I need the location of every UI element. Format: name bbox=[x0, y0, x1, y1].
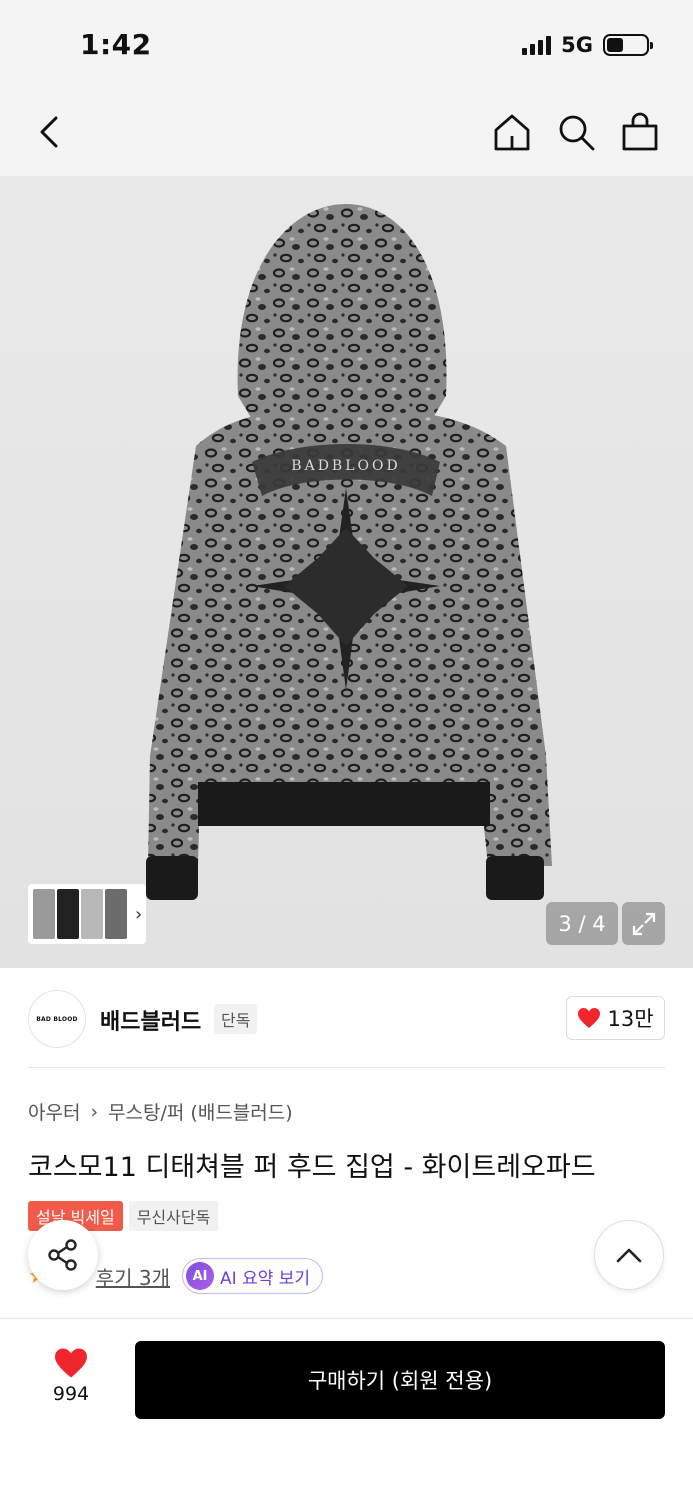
search-icon bbox=[559, 115, 595, 151]
status-time: 1:42 bbox=[80, 28, 152, 61]
chevron-right-icon[interactable]: › bbox=[135, 904, 142, 925]
home-button[interactable] bbox=[488, 108, 536, 156]
product-title: 코스모11 디태쳐블 퍼 후드 집업 - 화이트레오파드 bbox=[28, 1152, 596, 1183]
chevron-left-icon bbox=[40, 116, 58, 148]
ai-summary-label: AI 요약 보기 bbox=[220, 1268, 311, 1289]
breadcrumb: 아우터 › 무스탕/퍼 (배드블러드) bbox=[28, 1098, 293, 1125]
heart-icon bbox=[578, 1008, 601, 1028]
product-photo: BADBLOOD bbox=[146, 204, 552, 900]
heart-icon bbox=[55, 1348, 87, 1378]
buy-button[interactable]: 구매하기 (회원 전용) bbox=[135, 1341, 665, 1419]
product-image-gallery[interactable]: BADBLOOD bbox=[0, 176, 693, 968]
status-bar: 1:42 5G bbox=[0, 0, 693, 92]
back-button[interactable] bbox=[26, 108, 74, 156]
brand-exclusive-tag: 단독 bbox=[214, 1004, 258, 1034]
expand-button[interactable] bbox=[622, 902, 665, 945]
brand-logo[interactable]: BAD BLOOD bbox=[28, 990, 86, 1048]
wishlist-count: 994 bbox=[52, 1383, 90, 1405]
exclusive-badge: 무신사단독 bbox=[128, 1201, 219, 1231]
embroidery-text: BADBLOOD bbox=[291, 458, 400, 474]
breadcrumb-category[interactable]: 아우터 bbox=[28, 1098, 80, 1125]
top-nav-bar bbox=[0, 92, 693, 176]
image-page-counter: 3 / 4 bbox=[546, 902, 618, 945]
cart-button[interactable] bbox=[616, 108, 664, 156]
thumbnail-3[interactable] bbox=[81, 889, 103, 939]
expand-icon bbox=[632, 912, 655, 935]
status-indicators: 5G bbox=[522, 33, 653, 57]
chevron-right-icon: › bbox=[90, 1100, 99, 1123]
brand-name[interactable]: 배드블러드 bbox=[100, 1004, 201, 1036]
share-button[interactable] bbox=[28, 1220, 98, 1290]
home-icon bbox=[494, 114, 530, 151]
shopping-bag-icon bbox=[622, 112, 658, 151]
bottom-action-bar: 994 구매하기 (회원 전용) bbox=[0, 1318, 693, 1500]
thumbnail-2[interactable] bbox=[57, 889, 79, 939]
brand-row[interactable]: BAD BLOOD 배드블러드 단독 13만 bbox=[0, 968, 693, 1068]
ai-icon: AI bbox=[186, 1262, 215, 1290]
wishlist-button[interactable]: 994 bbox=[36, 1347, 106, 1405]
share-icon bbox=[48, 1239, 77, 1271]
thumbnail-1[interactable] bbox=[33, 889, 55, 939]
thumbnail-4[interactable] bbox=[105, 889, 127, 939]
thumbnail-strip[interactable]: › bbox=[28, 884, 146, 944]
battery-icon bbox=[603, 34, 653, 56]
ai-summary-button[interactable]: AI AI 요약 보기 bbox=[182, 1258, 324, 1294]
network-label: 5G bbox=[561, 33, 593, 57]
review-link[interactable]: 후기 3개 bbox=[96, 1262, 170, 1291]
chevron-up-icon bbox=[616, 1248, 642, 1263]
brand-like-count: 13만 bbox=[607, 1007, 654, 1031]
brand-like-button[interactable]: 13만 bbox=[566, 996, 665, 1040]
scroll-top-button[interactable] bbox=[594, 1220, 664, 1290]
divider bbox=[28, 1067, 665, 1068]
signal-icon bbox=[522, 35, 552, 55]
breadcrumb-subcategory[interactable]: 무스탕/퍼 (배드블러드) bbox=[108, 1098, 293, 1125]
search-button[interactable] bbox=[552, 108, 600, 156]
